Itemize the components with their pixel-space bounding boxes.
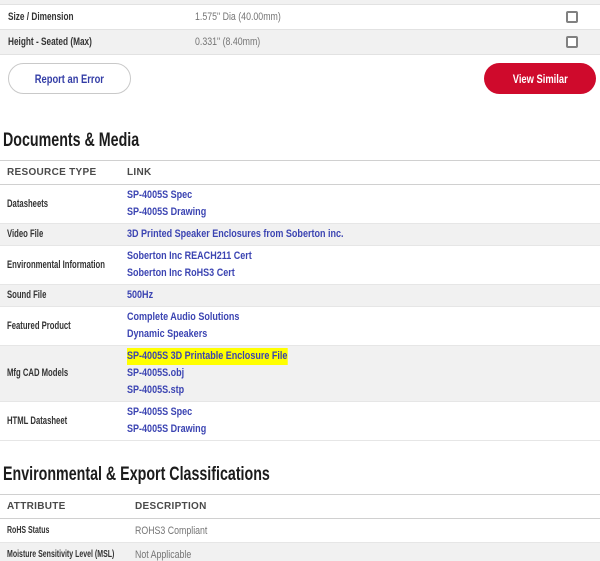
table-row-moisture-sensitivity: Moisture Sensitivity Level (MSL) Not App… <box>0 543 600 561</box>
documents-media-table: RESOURCE TYPE LINK Datasheets SP-4005S S… <box>0 160 600 441</box>
table-row-sound-file: Sound File 500Hz <box>0 285 600 307</box>
attribute-label: RoHS Status <box>0 519 128 543</box>
column-header-link: LINK <box>120 161 600 185</box>
sound-file-link[interactable]: 500Hz <box>127 287 593 304</box>
spec-label: Height - Seated (Max) <box>8 36 195 48</box>
table-row-video-file: Video File 3D Printed Speaker Enclosures… <box>0 224 600 246</box>
featured-product-link[interactable]: Complete Audio Solutions <box>127 309 593 326</box>
resource-type-label: Datasheets <box>0 185 120 224</box>
environmental-export-classifications-heading: Environmental & Export Classifications <box>3 464 600 486</box>
html-datasheet-drawing-link[interactable]: SP-4005S Drawing <box>127 421 593 438</box>
action-buttons: Report an Error View Similar <box>0 55 600 94</box>
documents-media-heading: Documents & Media <box>3 130 600 152</box>
compare-checkbox[interactable] <box>566 11 578 23</box>
spec-row-height-seated: Height - Seated (Max) 0.331" (8.40mm) <box>0 30 600 55</box>
rohs-cert-link[interactable]: Soberton Inc RoHS3 Cert <box>127 265 593 282</box>
resource-type-label: Mfg CAD Models <box>0 346 120 402</box>
column-header-attribute: ATTRIBUTE <box>0 495 128 519</box>
attribute-description: ROHS3 Compliant <box>128 519 600 543</box>
table-row-environmental-information: Environmental Information Soberton Inc R… <box>0 246 600 285</box>
compare-checkbox[interactable] <box>566 36 578 48</box>
table-row-rohs-status: RoHS Status ROHS3 Compliant <box>0 519 600 543</box>
video-file-link[interactable]: 3D Printed Speaker Enclosures from Sober… <box>127 226 593 243</box>
column-header-resource-type: RESOURCE TYPE <box>0 161 120 185</box>
spec-value: 1.575" Dia (40.00mm) <box>195 11 566 23</box>
resource-type-label: Environmental Information <box>0 246 120 285</box>
datasheet-spec-link[interactable]: SP-4005S Spec <box>127 187 593 204</box>
attribute-label: Moisture Sensitivity Level (MSL) <box>0 543 128 561</box>
spec-value: 0.331" (8.40mm) <box>195 36 566 48</box>
featured-product-link[interactable]: Dynamic Speakers <box>127 326 593 343</box>
datasheet-drawing-link[interactable]: SP-4005S Drawing <box>127 204 593 221</box>
spec-label: Size / Dimension <box>8 11 195 23</box>
classifications-table: ATTRIBUTE DESCRIPTION RoHS Status ROHS3 … <box>0 494 600 561</box>
product-detail-page: Size / Dimension 1.575" Dia (40.00mm) He… <box>0 0 600 561</box>
cad-stp-file-link[interactable]: SP-4005S.stp <box>127 382 593 399</box>
reach-cert-link[interactable]: Soberton Inc REACH211 Cert <box>127 248 593 265</box>
resource-type-label: Video File <box>0 224 120 246</box>
resource-type-label: Featured Product <box>0 307 120 346</box>
table-row-featured-product: Featured Product Complete Audio Solution… <box>0 307 600 346</box>
table-row-html-datasheet: HTML Datasheet SP-4005S Spec SP-4005S Dr… <box>0 402 600 441</box>
html-datasheet-spec-link[interactable]: SP-4005S Spec <box>127 404 593 421</box>
column-header-description: DESCRIPTION <box>128 495 600 519</box>
report-error-button[interactable]: Report an Error <box>8 63 131 94</box>
table-row-datasheets: Datasheets SP-4005S Spec SP-4005S Drawin… <box>0 185 600 224</box>
table-row-mfg-cad-models: Mfg CAD Models SP-4005S 3D Printable Enc… <box>0 346 600 402</box>
cad-enclosure-file-link-highlighted[interactable]: SP-4005S 3D Printable Enclosure File <box>127 348 593 365</box>
resource-type-label: Sound File <box>0 285 120 307</box>
view-similar-button[interactable]: View Similar <box>484 63 596 94</box>
cad-obj-file-link[interactable]: SP-4005S.obj <box>127 365 593 382</box>
resource-type-label: HTML Datasheet <box>0 402 120 441</box>
spec-row-size-dimension: Size / Dimension 1.575" Dia (40.00mm) <box>0 5 600 30</box>
attribute-description: Not Applicable <box>128 543 600 561</box>
